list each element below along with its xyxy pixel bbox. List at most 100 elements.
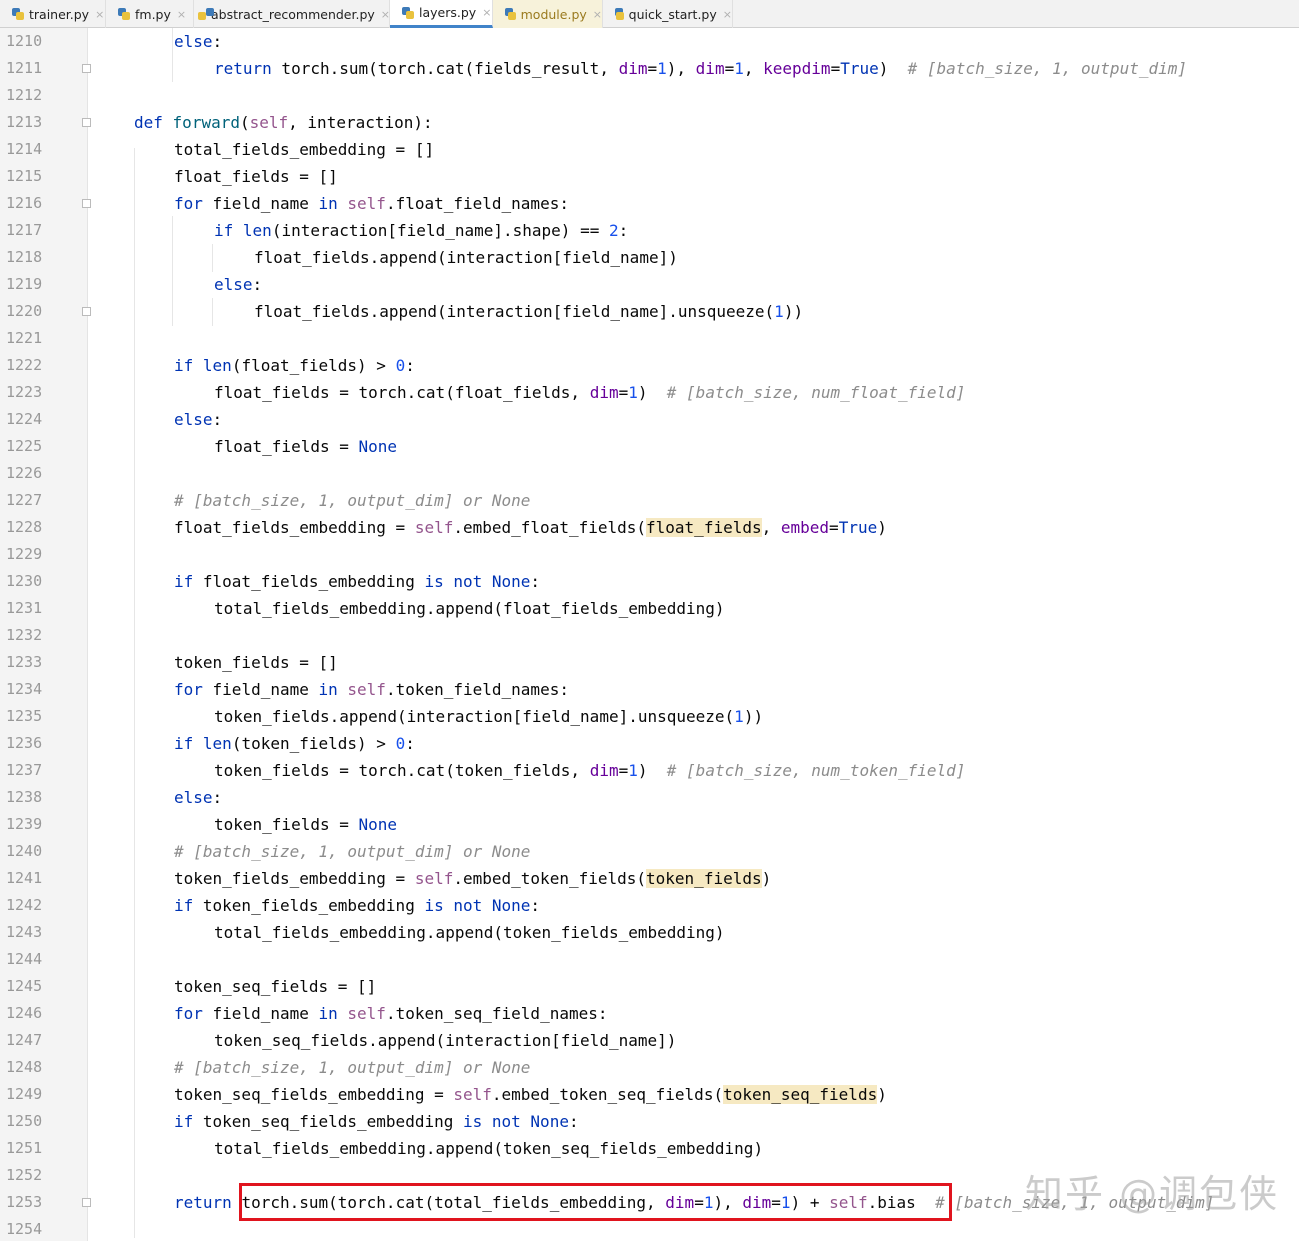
line-number: 1211: [6, 59, 43, 77]
line-number: 1240: [6, 842, 43, 860]
line-number: 1236: [6, 734, 43, 752]
line-number: 1225: [6, 437, 43, 455]
line-number: 1220: [6, 302, 43, 320]
code-line-1245: token_seq_fields = []: [174, 977, 377, 996]
code-line-1219: else:: [214, 275, 263, 294]
line-number: 1221: [6, 329, 43, 347]
line-number: 1247: [6, 1031, 43, 1049]
python-file-icon: [615, 8, 624, 20]
line-number: 1235: [6, 707, 43, 725]
line-number: 1228: [6, 518, 43, 536]
code-line-1248: # [batch_size, 1, output_dim] or None: [174, 1058, 531, 1077]
code-line-1230: if float_fields_embedding is not None:: [174, 572, 541, 591]
line-number: 1248: [6, 1058, 43, 1076]
line-number: 1242: [6, 896, 43, 914]
line-number: 1245: [6, 977, 43, 995]
code-line-1228: float_fields_embedding = self.embed_floa…: [174, 518, 887, 537]
line-number: 1231: [6, 599, 43, 617]
line-number: 1234: [6, 680, 43, 698]
close-icon[interactable]: ×: [482, 6, 491, 19]
python-file-icon: [505, 8, 516, 20]
code-line-1220: float_fields.append(interaction[field_na…: [254, 302, 804, 321]
python-file-icon: [118, 8, 130, 20]
line-number: 1238: [6, 788, 43, 806]
code-line-1237: token_fields = torch.cat(token_fields, d…: [214, 761, 966, 780]
line-number: 1249: [6, 1085, 43, 1103]
line-number: 1230: [6, 572, 43, 590]
code-line-1222: if len(float_fields) > 0:: [174, 356, 415, 375]
code-line-1243: total_fields_embedding.append(token_fiel…: [214, 923, 725, 942]
tab-fm[interactable]: fm.py ×: [106, 0, 194, 28]
line-number: 1217: [6, 221, 43, 239]
line-number: 1226: [6, 464, 43, 482]
line-number: 1215: [6, 167, 43, 185]
line-number: 1244: [6, 950, 43, 968]
line-number: 1214: [6, 140, 43, 158]
close-icon[interactable]: ×: [593, 8, 602, 21]
line-number: 1229: [6, 545, 43, 563]
line-number: 1246: [6, 1004, 43, 1022]
line-number-gutter[interactable]: 1210 1211 1212 1213 1214 1215 1216 1217 …: [0, 28, 91, 1241]
code-line-1249: token_seq_fields_embedding = self.embed_…: [174, 1085, 887, 1104]
line-number: 1222: [6, 356, 43, 374]
line-number: 1243: [6, 923, 43, 941]
line-number: 1241: [6, 869, 43, 887]
code-line-1238: else:: [174, 788, 223, 807]
line-number: 1251: [6, 1139, 43, 1157]
close-icon[interactable]: ×: [95, 8, 104, 21]
indent-guide: [172, 28, 173, 82]
code-line-1224: else:: [174, 410, 223, 429]
code-line-1233: token_fields = []: [174, 653, 338, 672]
indent-guide: [212, 244, 213, 272]
tab-trainer[interactable]: trainer.py ×: [0, 0, 106, 28]
line-number: 1219: [6, 275, 43, 293]
code-line-1246: for field_name in self.token_seq_field_n…: [174, 1004, 608, 1023]
editor-tab-bar: trainer.py × fm.py × abstract_recommender.…: [0, 0, 1299, 28]
close-icon[interactable]: ×: [723, 8, 732, 21]
code-line-1241: token_fields_embedding = self.embed_toke…: [174, 869, 772, 888]
code-line-1240: # [batch_size, 1, output_dim] or None: [174, 842, 531, 861]
code-line-1234: for field_name in self.token_field_names…: [174, 680, 569, 699]
code-line-1231: total_fields_embedding.append(float_fiel…: [214, 599, 725, 618]
code-line-1235: token_fields.append(interaction[field_na…: [214, 707, 764, 726]
line-number: 1233: [6, 653, 43, 671]
line-number: 1212: [6, 86, 43, 104]
code-line-1242: if token_fields_embedding is not None:: [174, 896, 541, 915]
code-line-1213: def forward(self, interaction):: [134, 113, 433, 132]
code-line-1250: if token_seq_fields_embedding is not Non…: [174, 1112, 579, 1131]
line-number: 1224: [6, 410, 43, 428]
tab-module[interactable]: module.py ×: [493, 0, 603, 28]
python-file-icon: [402, 6, 414, 19]
code-line-1216: for field_name in self.float_field_names…: [174, 194, 569, 213]
code-line-1218: float_fields.append(interaction[field_na…: [254, 248, 678, 267]
line-number: 1250: [6, 1112, 43, 1130]
python-file-icon: [12, 8, 24, 20]
line-number: 1223: [6, 383, 43, 401]
line-number: 1213: [6, 113, 43, 131]
code-line-1251: total_fields_embedding.append(token_seq_…: [214, 1139, 764, 1158]
tab-abstract-recommender[interactable]: abstract_recommender.py ×: [194, 0, 390, 28]
line-number: 1210: [6, 32, 43, 50]
line-number: 1232: [6, 626, 43, 644]
watermark: 知乎 @调包侠: [1025, 1172, 1280, 1216]
indent-guide: [212, 298, 213, 326]
code-line-1211: return torch.sum(torch.cat(fields_result…: [214, 59, 1187, 78]
tab-layers[interactable]: layers.py ×: [390, 0, 493, 28]
line-number: 1237: [6, 761, 43, 779]
close-icon[interactable]: ×: [177, 8, 186, 21]
line-number: 1216: [6, 194, 43, 212]
code-editor[interactable]: else: return torch.sum(torch.cat(fields_…: [88, 28, 1299, 1241]
line-number: 1252: [6, 1166, 43, 1184]
close-icon[interactable]: ×: [381, 8, 390, 21]
code-line-1247: token_seq_fields.append(interaction[fiel…: [214, 1031, 677, 1050]
code-line-1223: float_fields = torch.cat(float_fields, d…: [214, 383, 966, 402]
code-line-1217: if len(interaction[field_name].shape) ==…: [214, 221, 629, 240]
highlight-annotation-box: [239, 1183, 952, 1221]
code-line-1214: total_fields_embedding = []: [174, 140, 435, 159]
code-line-1227: # [batch_size, 1, output_dim] or None: [174, 491, 531, 510]
indent-guide: [172, 216, 173, 326]
line-number: 1239: [6, 815, 43, 833]
code-line-1239: token_fields = None: [214, 815, 398, 834]
line-number: 1218: [6, 248, 43, 266]
tab-quick-start[interactable]: quick_start.py ×: [603, 0, 733, 28]
